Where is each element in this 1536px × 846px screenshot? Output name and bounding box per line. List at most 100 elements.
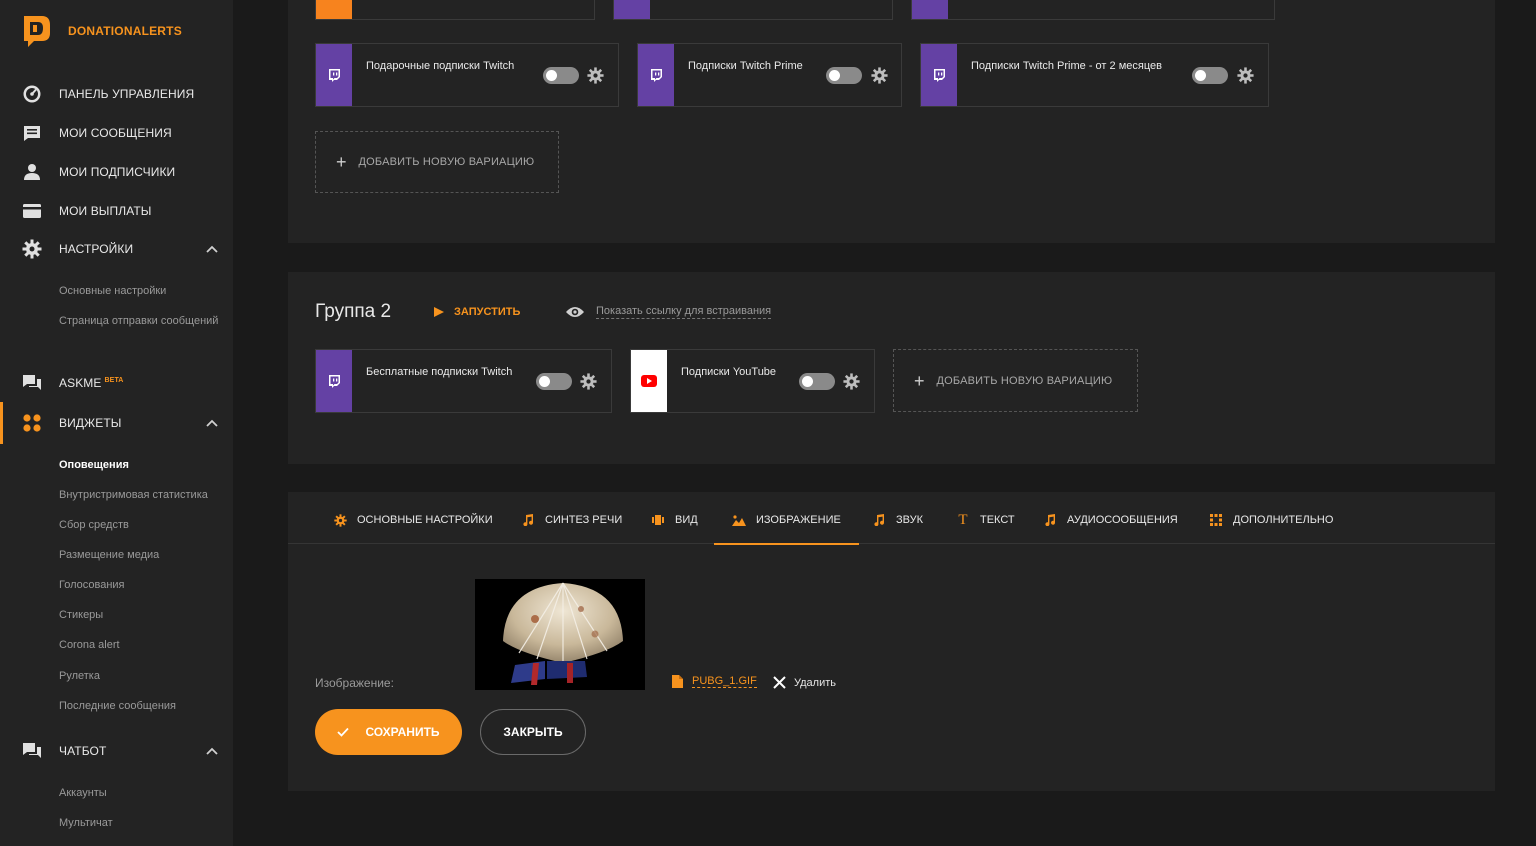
add-variation-button[interactable]: + ДОБАВИТЬ НОВУЮ ВАРИАЦИЮ [315,131,559,193]
alert-image-preview [475,579,645,690]
sidebar-item-messages[interactable]: МОИ СООБЩЕНИЯ [0,118,233,148]
chevron-up-icon[interactable] [205,744,219,758]
variation-card-free-subs[interactable]: Бесплатные подписки Twitch [315,349,612,413]
variation-title: Подписки Twitch Prime [688,60,803,72]
variation-toggle[interactable] [536,373,572,390]
delete-image-button[interactable]: Удалить [773,676,836,689]
plus-icon: + [914,370,925,391]
save-button[interactable]: СОХРАНИТЬ [315,709,462,755]
variation-toggle[interactable] [543,67,579,84]
variation-group-panel [288,0,1495,243]
twitch-icon [329,375,340,388]
dashboard-icon [23,85,41,103]
parachute-image [475,579,645,690]
gear-icon[interactable] [580,373,597,390]
tab-tts[interactable]: СИНТЕЗ РЕЧИ [521,496,622,544]
delete-label: Удалить [794,676,836,689]
card-stripe [316,0,352,19]
gear-icon[interactable] [587,67,604,84]
tab-label: ОСНОВНЫЕ НАСТРОЙКИ [357,514,493,526]
variation-toggle[interactable] [826,67,862,84]
sidebar-subitem-fundraising[interactable]: Сбор средств [59,517,129,533]
brand-name: DONATIONALERTS [68,24,182,38]
logo[interactable]: DONATIONALERTS [20,14,182,48]
close-button[interactable]: ЗАКРЫТЬ [480,709,586,755]
gear-icon[interactable] [1237,67,1254,84]
text-icon: T [958,511,968,528]
sidebar: DONATIONALERTS ПАНЕЛЬ УПРАВЛЕНИЯ МОИ СОО… [0,0,233,846]
launch-button[interactable]: ЗАПУСТИТЬ [433,306,520,318]
chevron-up-icon[interactable] [205,416,219,430]
image-file-link[interactable]: PUBG_1.GIF [672,675,757,688]
sidebar-subitem-alerts[interactable]: Оповещения [59,457,129,473]
sidebar-subitem-corona-alert[interactable]: Corona alert [59,637,120,653]
add-variation-label: ДОБАВИТЬ НОВУЮ ВАРИАЦИЮ [936,374,1113,387]
variation-card-clipped[interactable] [315,0,595,20]
sidebar-item-settings[interactable]: НАСТРОЙКИ [0,234,233,264]
sidebar-subitem-last-messages[interactable]: Последние сообщения [59,698,176,714]
tab-label: ВИД [675,514,698,526]
launch-label: ЗАПУСТИТЬ [454,306,521,318]
variation-toggle[interactable] [799,373,835,390]
donationalerts-logo-icon [24,16,50,47]
group-title: Группа 2 [315,301,392,322]
gear-icon [333,513,347,527]
chevron-up-icon[interactable] [205,242,219,256]
sidebar-item-chatbot[interactable]: ЧАТБОТ [0,736,233,766]
variation-toggle[interactable] [1192,67,1228,84]
image-icon [732,513,746,527]
sidebar-subitem-media[interactable]: Размещение медиа [59,547,159,563]
gear-icon [22,239,42,259]
card-stripe [614,0,650,19]
tab-image[interactable]: ИЗОБРАЖЕНИЕ [714,496,859,545]
check-icon [337,727,350,737]
sidebar-subitem-roulette[interactable]: Рулетка [59,668,100,684]
close-icon [773,676,786,689]
sidebar-subitem-accounts[interactable]: Аккаунты [59,785,107,801]
sidebar-item-label: МОИ ВЫПЛАТЫ [59,204,152,218]
card-stripe [638,44,674,106]
variation-card-gift-subs[interactable]: Подарочные подписки Twitch [315,43,619,107]
tab-label: ИЗОБРАЖЕНИЕ [756,514,841,526]
sidebar-subitem-stream-stats[interactable]: Внутристримовая статистика [59,487,208,503]
sidebar-item-widgets[interactable]: ВИДЖЕТЫ [0,402,233,444]
gear-icon[interactable] [871,67,888,84]
sidebar-item-payouts[interactable]: МОИ ВЫПЛАТЫ [0,196,233,226]
sidebar-item-askme[interactable]: ASKME BETA [0,368,233,398]
tab-view[interactable]: ВИД [651,496,698,544]
tab-label: ТЕКСТ [980,514,1015,526]
card-stripe [631,350,667,412]
tab-text[interactable]: T ТЕКСТ [956,496,1015,544]
add-variation-button[interactable]: + ДОБАВИТЬ НОВУЮ ВАРИАЦИЮ [893,349,1138,412]
sidebar-item-dashboard[interactable]: ПАНЕЛЬ УПРАВЛЕНИЯ [0,79,233,109]
sidebar-subitem-main-settings[interactable]: Основные настройки [59,283,166,299]
tab-sound[interactable]: ЗВУК [872,496,923,544]
variation-card-twitch-prime[interactable]: Подписки Twitch Prime [637,43,902,107]
save-label: СОХРАНИТЬ [365,725,440,739]
sidebar-subitem-send-page[interactable]: Страница отправки сообщений [59,313,219,329]
extra-icon [1209,513,1223,527]
tab-additional[interactable]: ДОПОЛНИТЕЛЬНО [1209,496,1333,544]
variation-card-twitch-prime-2m[interactable]: Подписки Twitch Prime - от 2 месяцев [920,43,1269,107]
music-note-icon [521,513,535,527]
variation-card-youtube-subs[interactable]: Подписки YouTube [630,349,875,413]
embed-link-button[interactable]: Показать ссылку для встраивания [565,305,772,319]
image-field-label: Изображение: [315,676,394,690]
gear-icon[interactable] [843,373,860,390]
beta-badge: BETA [104,377,124,384]
variation-card-clipped[interactable] [911,0,1275,20]
card-icon [23,204,41,218]
tab-label: СИНТЕЗ РЕЧИ [545,514,623,526]
sidebar-item-label: ВИДЖЕТЫ [59,416,122,430]
tab-audio-messages[interactable]: АУДИОСООБЩЕНИЯ [1043,496,1178,544]
sidebar-item-subscribers[interactable]: МОИ ПОДПИСЧИКИ [0,157,233,187]
tab-main-settings[interactable]: ОСНОВНЫЕ НАСТРОЙКИ [333,496,493,544]
sidebar-item-label: МОИ ПОДПИСЧИКИ [59,165,176,179]
file-icon [672,675,683,688]
sidebar-subitem-multichat[interactable]: Мультичат [59,815,113,831]
card-stripe [921,44,957,106]
variation-card-clipped[interactable] [613,0,893,20]
sidebar-subitem-stickers[interactable]: Стикеры [59,607,103,623]
sidebar-item-label: НАСТРОЙКИ [59,242,134,256]
sidebar-subitem-polls[interactable]: Голосования [59,577,125,593]
